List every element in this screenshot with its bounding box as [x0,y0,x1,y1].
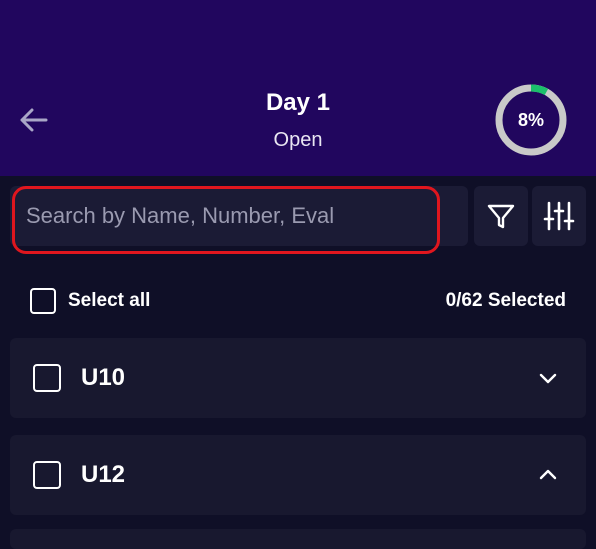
group-u10[interactable]: U10 [10,338,586,418]
group-label: U10 [81,364,126,391]
group-checkbox[interactable] [33,461,61,489]
group-label: U12 [81,461,126,488]
search-box[interactable] [10,186,468,246]
filter-button[interactable] [474,186,528,246]
chevron-down-icon[interactable] [536,366,560,390]
select-all-label: Select all [68,290,151,311]
select-all-checkbox[interactable] [30,288,56,314]
progress-ring: 8% [493,82,569,158]
group-u12[interactable]: U12 [10,435,586,515]
top-header: Day 1 Open 8% [0,0,596,176]
search-input[interactable] [26,186,446,246]
chevron-up-icon[interactable] [536,463,560,487]
sliders-icon [543,201,575,231]
group-list-item-partial [10,529,586,549]
progress-percent: 8% [517,109,544,130]
filter-icon [487,204,515,229]
select-all-row[interactable]: Select all [30,288,150,314]
group-checkbox[interactable] [33,364,61,392]
sort-settings-button[interactable] [532,186,586,246]
selected-count: 0/62 Selected [445,290,566,311]
